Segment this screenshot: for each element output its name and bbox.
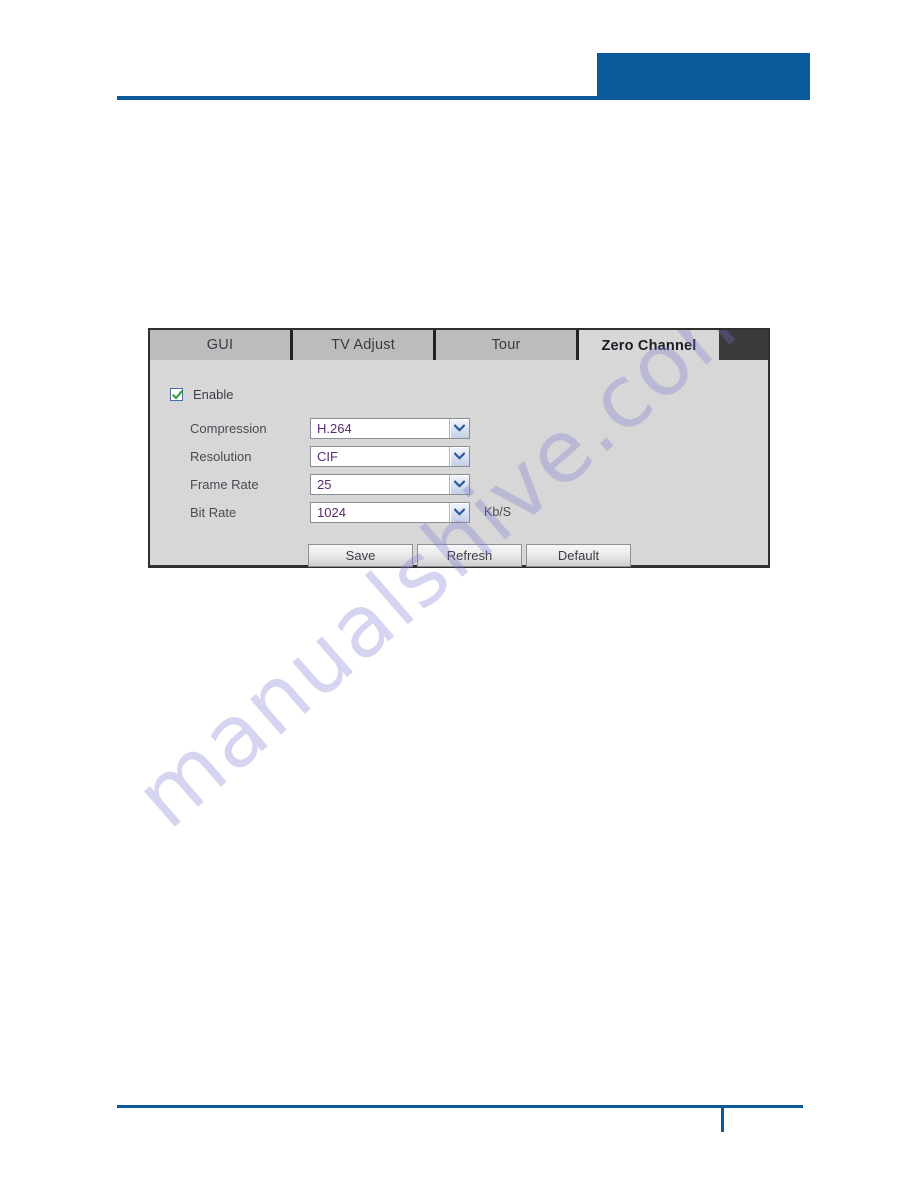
tab-zero-channel-label: Zero Channel bbox=[601, 337, 697, 354]
resolution-label: Resolution bbox=[190, 448, 252, 464]
tab-tour-label: Tour bbox=[491, 337, 521, 353]
frame-rate-label: Frame Rate bbox=[190, 476, 259, 492]
action-button-bar: Save Refresh Default bbox=[308, 544, 635, 567]
panel-inner: GUI TV Adjust Tour Zero Channel Enable C… bbox=[150, 330, 768, 567]
resolution-value: CIF bbox=[317, 448, 338, 464]
compression-select[interactable]: H.264 bbox=[310, 417, 470, 439]
zero-channel-panel: GUI TV Adjust Tour Zero Channel Enable C… bbox=[148, 328, 770, 568]
tab-body-zero-channel: Enable Compression H.264 Resolution CIF … bbox=[150, 360, 768, 567]
frame-rate-value: 25 bbox=[317, 476, 332, 492]
bit-rate-value: 1024 bbox=[317, 504, 346, 520]
check-icon bbox=[172, 390, 183, 400]
field-resolution: Resolution CIF bbox=[190, 445, 470, 467]
chevron-down-icon[interactable] bbox=[449, 502, 469, 522]
chevron-down-glyph bbox=[454, 508, 465, 516]
enable-row: Enable bbox=[170, 387, 233, 402]
chevron-down-icon[interactable] bbox=[449, 418, 469, 438]
header-rule bbox=[117, 96, 810, 100]
tab-zero-channel[interactable]: Zero Channel bbox=[579, 330, 719, 361]
resolution-select[interactable]: CIF bbox=[310, 445, 470, 467]
bit-rate-label: Bit Rate bbox=[190, 504, 237, 520]
chevron-down-glyph bbox=[454, 452, 465, 460]
tab-tour[interactable]: Tour bbox=[436, 330, 579, 360]
refresh-button-label: Refresh bbox=[446, 548, 493, 563]
chevron-down-glyph bbox=[454, 424, 465, 432]
compression-label: Compression bbox=[190, 420, 267, 436]
bit-rate-select[interactable]: 1024 bbox=[310, 501, 470, 523]
default-button-label: Default bbox=[557, 548, 600, 563]
save-button-label: Save bbox=[345, 548, 376, 563]
tab-tv-adjust[interactable]: TV Adjust bbox=[293, 330, 436, 360]
save-button[interactable]: Save bbox=[308, 544, 413, 567]
tab-gui-label: GUI bbox=[206, 337, 234, 353]
enable-checkbox[interactable] bbox=[170, 388, 183, 401]
bit-rate-unit: Kb/S bbox=[484, 505, 512, 519]
refresh-button[interactable]: Refresh bbox=[417, 544, 522, 567]
default-button[interactable]: Default bbox=[526, 544, 631, 567]
footer-rule bbox=[117, 1105, 803, 1108]
tab-strip-filler bbox=[719, 330, 768, 360]
footer-tick bbox=[721, 1105, 724, 1132]
compression-value: H.264 bbox=[317, 420, 352, 436]
header-accent-block bbox=[597, 53, 810, 100]
tab-tv-adjust-label: TV Adjust bbox=[331, 337, 395, 353]
enable-label: Enable bbox=[193, 387, 234, 402]
chevron-down-icon[interactable] bbox=[449, 446, 469, 466]
frame-rate-select[interactable]: 25 bbox=[310, 473, 470, 495]
field-compression: Compression H.264 bbox=[190, 417, 470, 439]
chevron-down-icon[interactable] bbox=[449, 474, 469, 494]
field-bit-rate: Bit Rate 1024 Kb/S bbox=[190, 501, 511, 523]
chevron-down-glyph bbox=[454, 480, 465, 488]
tab-strip: GUI TV Adjust Tour Zero Channel bbox=[150, 330, 768, 361]
field-frame-rate: Frame Rate 25 bbox=[190, 473, 470, 495]
tab-gui[interactable]: GUI bbox=[150, 330, 293, 360]
page-canvas: GUI TV Adjust Tour Zero Channel Enable C… bbox=[0, 0, 918, 1188]
